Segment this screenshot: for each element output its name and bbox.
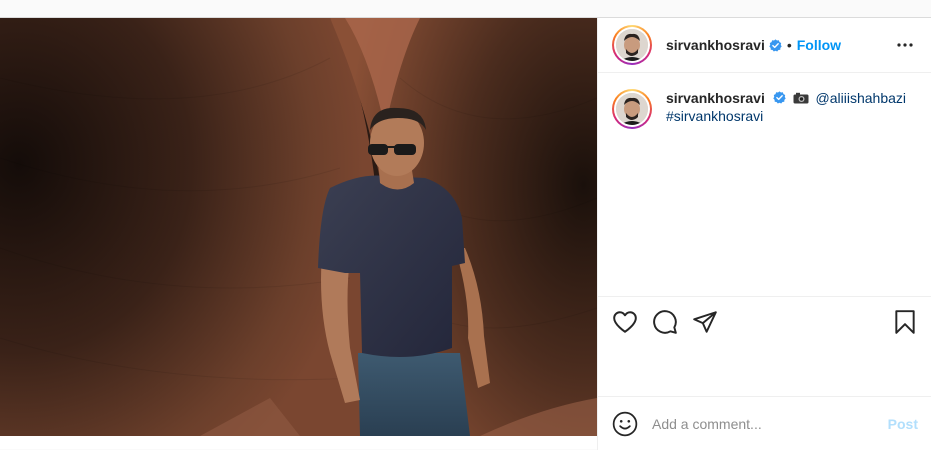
share-icon <box>693 311 717 333</box>
photo-illustration <box>0 18 597 436</box>
header-username[interactable]: sirvankhosravi <box>666 37 765 53</box>
caption-text: sirvankhosravi @aliiishahbazi #sirvankho… <box>666 89 916 129</box>
emoji-icon[interactable] <box>612 411 638 437</box>
bookmark-icon <box>895 310 915 334</box>
caption-avatar <box>616 93 648 125</box>
share-button[interactable] <box>692 309 718 335</box>
separator-dot: • <box>786 37 792 53</box>
avatar <box>616 29 648 61</box>
heart-icon <box>613 311 637 333</box>
comment-icon <box>653 310 677 334</box>
caption-hashtag-link[interactable]: #sirvankhosravi <box>666 108 763 124</box>
post-frame: sirvankhosravi • Follow sirvankhosravi @… <box>0 17 931 450</box>
post-header: sirvankhosravi • Follow <box>598 18 931 73</box>
more-options-button[interactable] <box>893 33 917 57</box>
save-button[interactable] <box>892 309 918 335</box>
caption-username[interactable]: sirvankhosravi <box>666 90 765 106</box>
like-button[interactable] <box>612 309 638 335</box>
verified-badge-icon <box>769 38 782 52</box>
caption: sirvankhosravi @aliiishahbazi #sirvankho… <box>598 73 931 129</box>
post-image[interactable] <box>0 18 597 436</box>
post-comment-button[interactable]: Post <box>888 416 918 432</box>
comment-button[interactable] <box>652 309 678 335</box>
avatar-illustration <box>616 29 648 61</box>
more-options-icon <box>897 43 913 47</box>
comment-input[interactable] <box>652 415 872 432</box>
verified-badge-icon <box>773 91 786 104</box>
caption-story-ring[interactable] <box>612 89 652 129</box>
follow-button[interactable]: Follow <box>797 37 841 53</box>
avatar-illustration <box>616 93 648 125</box>
action-bar <box>598 296 931 391</box>
comment-bar: Post <box>598 396 931 450</box>
story-ring[interactable] <box>612 25 652 65</box>
camera-emoji-icon <box>793 92 809 104</box>
caption-mention-link[interactable]: @aliiishahbazi <box>816 90 906 106</box>
post-sidebar: sirvankhosravi • Follow sirvankhosravi @… <box>597 18 931 450</box>
